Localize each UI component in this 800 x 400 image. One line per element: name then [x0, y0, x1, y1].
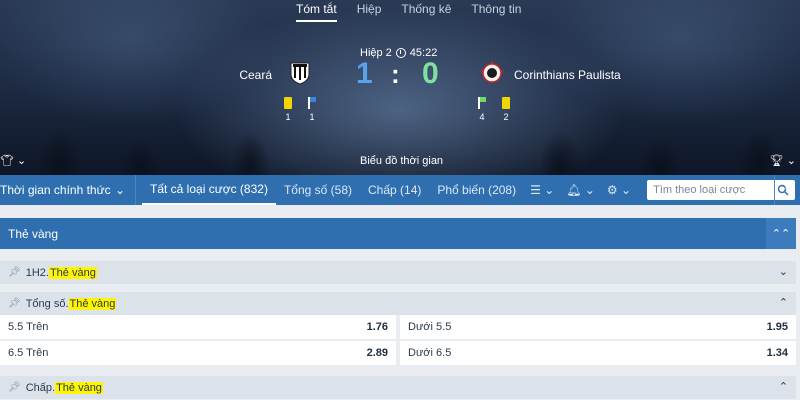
time-select-value: Thời gian chính thức	[0, 183, 111, 197]
group-highlight: Thẻ vàng	[55, 381, 103, 394]
home-corners: 1	[306, 97, 318, 122]
odds-label: Dưới 5.5	[408, 321, 452, 333]
settings-dropdown[interactable]: ⚙ ⌄	[601, 183, 637, 197]
odds-row: 6.5 Trên 2.89 Dưới 6.5 1.34	[0, 341, 796, 365]
chevron-down-icon[interactable]: ⌄	[779, 265, 788, 278]
odds-price: 1.95	[766, 321, 788, 333]
collapse-category-button[interactable]: ⌃⌃	[766, 218, 796, 249]
odds-cell-over[interactable]: 6.5 Trên 2.89	[0, 341, 396, 365]
chevron-up-icon: ⌃⌃	[771, 228, 791, 240]
market-search[interactable]	[647, 180, 796, 200]
top-tabs: Tóm tắt Hiệp Thống kê Thông tin	[296, 0, 541, 22]
market-group-handicap-yellow-cards[interactable]: 📌︎ Chấp. Thẻ vàng ⌃	[0, 376, 796, 399]
home-team-name: Ceará	[239, 68, 272, 82]
shirt-icon: 👕︎	[0, 155, 14, 167]
markets-navbar: Thời gian chính thức ⌄ Tất cả loại cược …	[0, 175, 800, 205]
odds-cell-under[interactable]: Dưới 6.5 1.34	[400, 341, 796, 365]
yellow-card-icon	[284, 97, 292, 109]
trophy-dropdown[interactable]: 🏆︎ ⌄	[770, 154, 796, 167]
tab-handicap[interactable]: Chấp (14)	[360, 175, 429, 205]
chevron-down-icon: ⌄	[584, 183, 595, 197]
market-search-input[interactable]	[653, 184, 778, 196]
odds-cell-under[interactable]: Dưới 5.5 1.95	[400, 315, 796, 339]
chevron-down-icon: ⌄	[114, 183, 125, 197]
pin-icon[interactable]: 📌︎	[8, 298, 21, 309]
odds-price: 2.89	[366, 347, 388, 359]
pin-icon[interactable]: 📌︎	[8, 267, 21, 278]
chevron-down-icon: ⌄	[786, 155, 796, 167]
score-separator: :	[391, 59, 400, 89]
hero-bottom-bar: 👕︎ ⌄ Biểu đồ thời gian 🏆︎ ⌄	[0, 151, 800, 167]
trophy-icon: 🏆︎	[769, 155, 784, 167]
group-prefix: 1H2.	[25, 266, 49, 279]
shirt-dropdown[interactable]: 👕︎ ⌄	[0, 154, 26, 167]
market-category-header[interactable]: Thẻ vàng ⌃⌃	[0, 218, 796, 249]
gear-icon: ⚙	[606, 183, 618, 197]
group-prefix: Tổng số.	[25, 297, 69, 310]
group-highlight: Thẻ vàng	[68, 297, 117, 310]
tab-popular[interactable]: Phổ biến (208)	[429, 175, 524, 205]
away-team-name: Corinthians Paulista	[514, 68, 621, 82]
odds-label: 6.5 Trên	[8, 347, 49, 359]
odds-label: 5.5 Trên	[8, 321, 49, 333]
odds-price: 1.76	[366, 321, 388, 333]
home-team-logo	[290, 62, 310, 85]
time-select[interactable]: Thời gian chính thức ⌄	[0, 175, 136, 205]
away-score: 0	[422, 57, 439, 90]
list-view-dropdown[interactable]: ☰ ⌄	[524, 183, 560, 197]
tab-summary[interactable]: Tóm tắt	[296, 0, 337, 22]
chevron-up-icon: ⌃	[782, 184, 793, 197]
tab-totals[interactable]: Tổng số (58)	[276, 175, 360, 205]
bell-icon: 🔔︎	[566, 183, 582, 197]
collapse-all-button[interactable]: ⌃	[774, 175, 800, 205]
timeline-toggle[interactable]: Biểu đồ thời gian	[360, 155, 443, 167]
odds-price: 1.34	[766, 347, 788, 359]
match-hero: Tóm tắt Hiệp Thống kê Thông tin Hiệp 2 4…	[0, 0, 800, 175]
market-category-title: Thẻ vàng	[8, 226, 59, 241]
chevron-down-icon: ⌄	[544, 183, 555, 197]
group-highlight: Thẻ vàng	[48, 266, 97, 279]
odds-cell-over[interactable]: 5.5 Trên 1.76	[0, 315, 396, 339]
corner-flag-icon	[307, 97, 317, 109]
away-corners: 4	[476, 97, 488, 122]
markets-content: Thẻ vàng ⌃⌃ 📌︎ 1H2. Thẻ vàng ⌄ 📌︎ Tổng s…	[0, 205, 800, 400]
odds-row: 5.5 Trên 1.76 Dưới 5.5 1.95	[0, 315, 796, 339]
home-score: 1	[356, 57, 373, 90]
chevron-down-icon: ⌄	[621, 183, 632, 197]
tab-half[interactable]: Hiệp	[357, 0, 382, 22]
chevron-down-icon: ⌄	[17, 155, 27, 167]
away-yellow-cards: 2	[500, 97, 512, 122]
tab-stats[interactable]: Thống kê	[401, 0, 451, 22]
group-prefix: Chấp.	[25, 381, 56, 394]
away-team-logo	[480, 61, 504, 83]
yellow-card-icon	[502, 97, 510, 109]
tab-all-markets[interactable]: Tất cả loại cược (832)	[142, 175, 276, 205]
odds-label: Dưới 6.5	[408, 347, 452, 359]
chevron-up-icon[interactable]: ⌃	[779, 296, 788, 309]
market-group-total-yellow-cards[interactable]: 📌︎ Tổng số. Thẻ vàng ⌃	[0, 292, 796, 315]
corner-flag-icon	[477, 97, 487, 109]
home-yellow-cards: 1	[282, 97, 294, 122]
pin-icon[interactable]: 📌︎	[8, 382, 21, 393]
notifications-dropdown[interactable]: 🔔︎ ⌄	[560, 183, 601, 197]
chevron-up-icon[interactable]: ⌃	[779, 380, 788, 393]
list-icon: ☰	[530, 183, 541, 197]
market-group-1h2-yellow-cards[interactable]: 📌︎ 1H2. Thẻ vàng ⌄	[0, 261, 796, 284]
tab-info[interactable]: Thông tin	[471, 0, 521, 22]
